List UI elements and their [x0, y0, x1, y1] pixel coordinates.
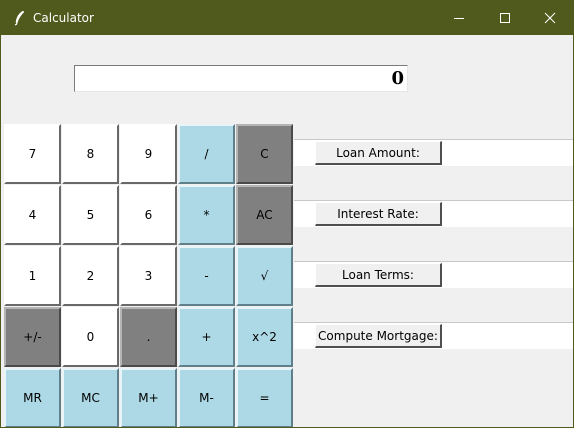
- minimize-icon: [454, 18, 464, 19]
- key-4-button[interactable]: 4: [4, 185, 61, 245]
- key-2-button[interactable]: 2: [62, 246, 119, 306]
- key-decimal-button[interactable]: .: [120, 307, 177, 367]
- display-entry[interactable]: 0: [74, 65, 408, 92]
- compute-mortgage-button[interactable]: Compute Mortgage:: [315, 324, 442, 348]
- close-button[interactable]: [527, 1, 573, 35]
- key-xpow2-button[interactable]: x^2: [236, 307, 293, 367]
- calculator-body: 0 7 8 9/C 4 5 6 * AC 1 2 3- √ +/- 0. + x^2 MR MC M+ M- = Loa…: [1, 35, 573, 427]
- key-divide-button[interactable]: /: [178, 124, 235, 184]
- key-7-button[interactable]: 7: [4, 124, 61, 184]
- key-1-button[interactable]: 1: [4, 246, 61, 306]
- key-plusminusminus-button[interactable]: +/-: [4, 307, 61, 367]
- key-c-button[interactable]: C: [236, 124, 293, 184]
- key-mc-button[interactable]: MC: [62, 368, 119, 427]
- key-multiply-button[interactable]: *: [178, 185, 235, 245]
- interest-rate-button[interactable]: Interest Rate:: [315, 202, 442, 226]
- maximize-button[interactable]: [482, 1, 528, 35]
- calculator-window: Calculator 0 7 8 9/C 4 5 6 * AC 1 2 3- √ +/- 0. + x^2 MR…: [0, 0, 574, 428]
- close-icon: [544, 12, 556, 24]
- key-mr-button[interactable]: MR: [4, 368, 61, 427]
- key-minus-button[interactable]: -: [178, 246, 235, 306]
- maximize-icon: [500, 13, 510, 23]
- minimize-button[interactable]: [436, 1, 482, 35]
- key-mminus-button[interactable]: M-: [178, 368, 235, 427]
- loan-amount-button[interactable]: Loan Amount:: [315, 141, 442, 165]
- feather-icon: [12, 10, 28, 26]
- key-plus-button[interactable]: +: [178, 307, 235, 367]
- key-3-button[interactable]: 3: [120, 246, 177, 306]
- title-bar[interactable]: Calculator: [1, 1, 573, 35]
- key-8-button[interactable]: 8: [62, 124, 119, 184]
- key-6-button[interactable]: 6: [120, 185, 177, 245]
- key-sqrt-button[interactable]: √: [236, 246, 293, 306]
- key-9-button[interactable]: 9: [120, 124, 177, 184]
- key-5-button[interactable]: 5: [62, 185, 119, 245]
- key-equals-button[interactable]: =: [236, 368, 293, 427]
- window-title: Calculator: [33, 11, 94, 25]
- key-ac-button[interactable]: AC: [236, 185, 293, 245]
- loan-terms-button[interactable]: Loan Terms:: [315, 263, 442, 287]
- key-mplus-button[interactable]: M+: [120, 368, 177, 427]
- key-0-button[interactable]: 0: [62, 307, 119, 367]
